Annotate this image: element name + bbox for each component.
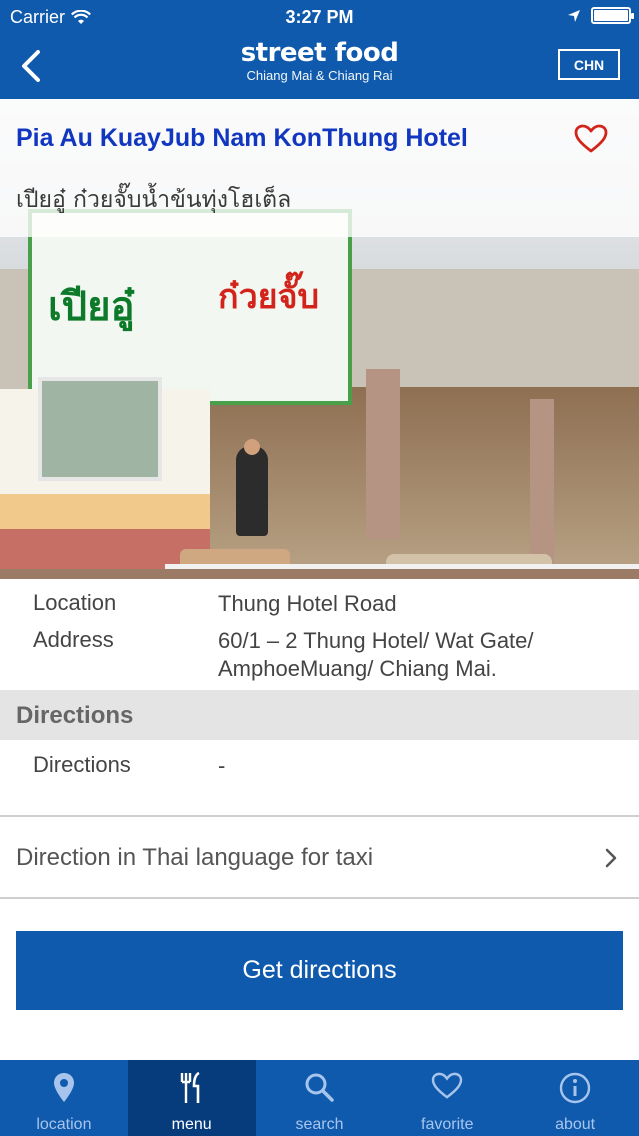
taxi-directions-row[interactable]: Direction in Thai language for taxi xyxy=(0,818,639,898)
divider xyxy=(0,897,639,899)
address-value: 60/1 – 2 Thung Hotel/ Wat Gate/ AmphoeMu… xyxy=(218,628,534,681)
divider xyxy=(0,815,639,817)
top-bar: Carrier 3:27 PM street food Chiang Mai &… xyxy=(0,0,639,99)
status-bar: Carrier 3:27 PM xyxy=(0,0,639,34)
search-icon xyxy=(305,1073,335,1102)
listing-title-thai: เปียอู๋ ก๋วยจั๊บน้ำข้นทุ่งโฮเต็ล xyxy=(16,187,292,213)
location-label: Location xyxy=(33,590,117,615)
get-directions-button[interactable]: Get directions xyxy=(16,931,623,1010)
chevron-right-icon xyxy=(605,848,617,868)
favorite-button[interactable] xyxy=(571,120,611,158)
heart-icon xyxy=(432,1072,463,1099)
info-icon xyxy=(559,1072,591,1104)
status-right xyxy=(567,7,634,24)
photo-window xyxy=(38,377,162,481)
photo-floor xyxy=(0,569,639,579)
fork-knife-icon xyxy=(180,1072,200,1103)
photo-vendor xyxy=(236,446,268,536)
location-value: Thung Hotel Road xyxy=(218,591,397,616)
tab-bar: location menu search favorite about xyxy=(0,1060,639,1136)
photo-pillar xyxy=(530,399,554,579)
photo-sign-text-1: เปียอู๋ xyxy=(48,285,135,329)
directions-value: - xyxy=(218,753,226,778)
tab-favorite[interactable]: favorite xyxy=(383,1060,511,1136)
tab-search[interactable]: search xyxy=(256,1060,384,1136)
tab-label: favorite xyxy=(421,1116,474,1133)
tab-about[interactable]: about xyxy=(511,1060,639,1136)
taxi-directions-label: Direction in Thai language for taxi xyxy=(16,844,374,871)
tab-label: search xyxy=(295,1116,344,1133)
logo-main: street food xyxy=(240,38,399,68)
status-time: 3:27 PM xyxy=(285,7,354,27)
location-arrow-icon xyxy=(568,9,580,22)
photo-vendor-head xyxy=(244,439,260,455)
tab-location[interactable]: location xyxy=(0,1060,128,1136)
battery-fill xyxy=(594,10,628,21)
logo-subtitle: Chiang Mai & Chiang Rai xyxy=(246,68,393,83)
tab-label: menu xyxy=(171,1116,212,1133)
tab-menu[interactable]: menu xyxy=(127,1060,256,1136)
photo-sign-text-2: ก๋วยจั๊บ xyxy=(218,278,320,316)
photo-stripe xyxy=(0,494,210,529)
photo-pillar xyxy=(366,369,400,539)
battery-icon xyxy=(591,7,634,24)
location-pin-icon xyxy=(53,1073,74,1102)
directions-label: Directions xyxy=(33,752,131,777)
section-title: Directions xyxy=(16,702,134,729)
address-label: Address xyxy=(33,627,114,652)
tab-label: location xyxy=(36,1116,92,1133)
tab-label: about xyxy=(555,1116,596,1133)
listing-title: Pia Au KuayJub Nam KonThung Hotel xyxy=(16,124,468,152)
language-button[interactable]: CHN xyxy=(558,49,620,80)
heart-icon xyxy=(574,124,608,153)
directions-section-header: Directions xyxy=(0,690,639,740)
app-logo: street food Chiang Mai & Chiang Rai xyxy=(0,38,639,83)
